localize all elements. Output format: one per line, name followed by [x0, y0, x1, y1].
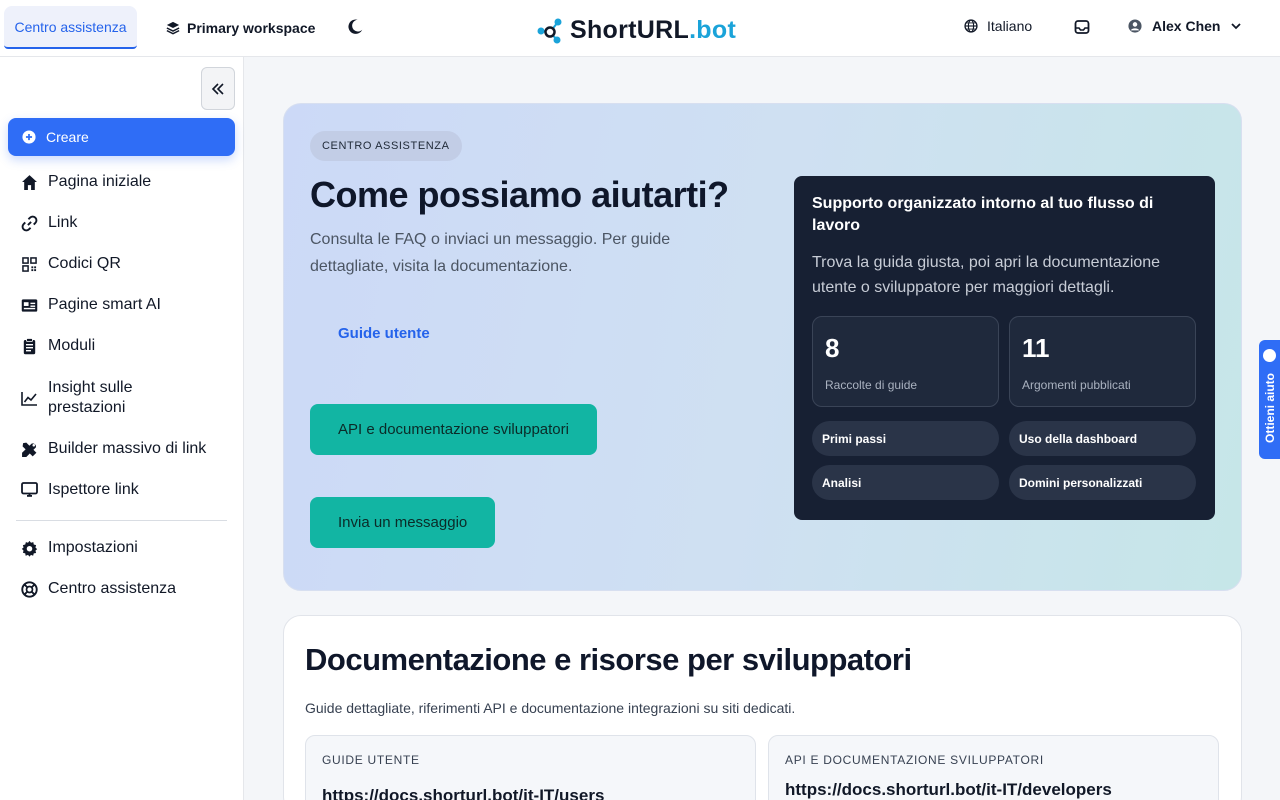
user-avatar-icon [1128, 19, 1142, 33]
doc-box-label: GUIDE UTENTE [322, 753, 420, 767]
sidebar-item-label: Impostazioni [48, 539, 138, 556]
sidebar-item-settings[interactable]: Impostazioni [20, 538, 138, 558]
send-message-button[interactable]: Invia un messaggio [310, 497, 496, 548]
support-panel-subtitle: Trova la guida giusta, poi apri la docum… [812, 254, 1161, 296]
sidebar-item-performance-insights[interactable]: Insight sulle prestazioni [20, 378, 198, 418]
logo[interactable]: ShortURL.bot [536, 14, 736, 46]
topic-chip-getting-started[interactable]: Primi passi [812, 421, 999, 456]
moon-icon[interactable] [346, 18, 364, 36]
developer-docs-card: Documentazione e risorse per sviluppator… [283, 615, 1242, 800]
sidebar-item-label: Pagine smart AI [48, 296, 161, 313]
stat-caption: Raccolte di guide [825, 378, 918, 392]
workspace-selector[interactable]: Primary workspace [166, 18, 315, 38]
doc-box-url[interactable]: https://docs.shorturl.bot/it-IT/develope… [785, 780, 1112, 800]
plus-circle-icon [22, 130, 36, 144]
sidebar-item-link-inspector[interactable]: Ispettore link [20, 480, 139, 500]
tools-icon [21, 442, 36, 457]
sidebar-item-label: Codici QR [48, 255, 121, 272]
sidebar-item-label: Link [48, 214, 78, 231]
top-bar: Centro assistenza Primary workspace Shor… [0, 0, 1280, 57]
inbox-icon[interactable] [1074, 19, 1090, 35]
api-docs-button[interactable]: API e documentazione sviluppatori [310, 404, 597, 455]
collapse-sidebar-button[interactable] [201, 67, 235, 110]
sidebar-item-ai-smart-pages[interactable]: Pagine smart AI [20, 295, 161, 315]
sidebar-item-qr-codes[interactable]: Codici QR [20, 254, 121, 274]
sidebar-item-forms[interactable]: Moduli [20, 336, 95, 356]
sidebar-item-home[interactable]: Pagina iniziale [20, 172, 151, 192]
link-icon [21, 215, 37, 231]
topic-chip-custom-domains[interactable]: Domini personalizzati [1009, 465, 1196, 500]
double-chevron-left-icon [211, 82, 224, 95]
support-panel-title: Supporto organizzato intorno al tuo flus… [812, 195, 1154, 234]
clipboard-icon [23, 337, 35, 354]
support-panel: Supporto organizzato intorno al tuo flus… [794, 176, 1215, 520]
topic-chip-analytics[interactable]: Analisi [812, 465, 999, 500]
doc-box-url[interactable]: https://docs.shorturl.bot/it-IT/users [322, 786, 604, 800]
sidebar-item-label: Moduli [48, 337, 96, 354]
stat-published-topics: 11 Argomenti pubblicati [1009, 316, 1196, 407]
page-title: Come possiamo aiutarti? [310, 174, 729, 215]
sidebar-item-label: Pagina iniziale [48, 173, 152, 190]
logo-text: ShortURL.bot [570, 16, 736, 45]
sidebar-item-label: Centro assistenza [48, 580, 177, 597]
language-label: Italiano [987, 18, 1033, 34]
sidebar-divider [16, 520, 227, 521]
create-button[interactable]: Creare [8, 118, 235, 156]
globe-icon [964, 19, 978, 33]
gear-icon [21, 540, 37, 557]
home-icon [21, 174, 37, 190]
id-card-icon [21, 298, 37, 312]
sidebar-item-bulk-link-builder[interactable]: Builder massivo di link [20, 439, 206, 459]
sidebar-item-label: Insight sulle prestazioni [48, 379, 133, 416]
layers-icon [166, 21, 180, 35]
get-help-label: Ottieni aiuto [1262, 372, 1277, 443]
page-subtitle: Consulta le FAQ o inviaci un messaggio. … [310, 231, 671, 275]
user-guides-link[interactable]: Guide utente [338, 325, 430, 342]
topic-chip-dashboard[interactable]: Uso della dashboard [1009, 421, 1196, 456]
qr-code-icon [21, 256, 37, 272]
doc-box-user-guides[interactable]: GUIDE UTENTE https://docs.shorturl.bot/i… [305, 735, 756, 800]
logo-share-icon [537, 18, 562, 44]
tab-help-center[interactable]: Centro assistenza [4, 6, 137, 49]
chart-line-icon [20, 391, 37, 406]
create-label: Creare [46, 129, 89, 145]
stat-guide-collections: 8 Raccolte di guide [812, 316, 999, 407]
user-name: Alex Chen [1152, 18, 1221, 34]
sidebar-item-label: Ispettore link [48, 481, 139, 498]
workspace-name: Primary workspace [187, 20, 316, 36]
get-help-tab[interactable]: Ottieni aiuto [1259, 340, 1280, 459]
help-circle-icon [1263, 349, 1276, 362]
sidebar-item-help-center[interactable]: Centro assistenza [20, 579, 176, 599]
sidebar-item-label: Builder massivo di link [48, 440, 207, 457]
monitor-icon [20, 482, 38, 497]
language-selector[interactable]: Italiano [964, 18, 1032, 34]
chevron-down-icon [1231, 23, 1242, 30]
stat-value: 11 [1022, 333, 1050, 363]
help-center-badge: CENTRO ASSISTENZA [310, 131, 462, 161]
hero-card: CENTRO ASSISTENZA Come possiamo aiutarti… [283, 103, 1242, 591]
stat-caption: Argomenti pubblicati [1022, 378, 1131, 392]
sidebar: Creare Pagina iniziale Link Codici QR Pa… [0, 57, 244, 800]
user-menu[interactable]: Alex Chen [1128, 18, 1242, 34]
docs-title: Documentazione e risorse per sviluppator… [305, 642, 912, 677]
lifebuoy-icon [20, 580, 38, 598]
docs-subtitle: Guide dettagliate, riferimenti API e doc… [305, 700, 796, 716]
logo-accent: .bot [689, 15, 737, 44]
logo-main: ShortURL [570, 15, 690, 44]
sidebar-item-links[interactable]: Link [20, 213, 77, 233]
doc-box-developers[interactable]: API E DOCUMENTAZIONE SVILUPPATORI https:… [768, 735, 1219, 800]
doc-box-label: API E DOCUMENTAZIONE SVILUPPATORI [785, 753, 1044, 767]
stat-value: 8 [825, 333, 840, 363]
